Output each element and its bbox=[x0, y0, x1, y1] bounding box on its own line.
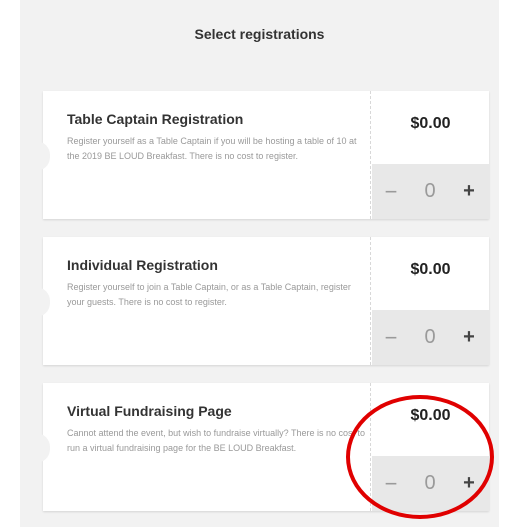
quantity-value[interactable]: 0 bbox=[412, 456, 448, 511]
increment-button[interactable]: + bbox=[454, 164, 484, 219]
quantity-stepper: − 0 + bbox=[372, 164, 489, 219]
registration-info: Individual Registration Register yoursel… bbox=[43, 237, 371, 365]
registration-description: Cannot attend the event, but wish to fun… bbox=[67, 428, 366, 453]
quantity-value[interactable]: 0 bbox=[412, 310, 448, 365]
registration-price: $0.00 bbox=[410, 115, 451, 132]
decrement-button[interactable]: − bbox=[376, 310, 406, 365]
registration-price: $0.00 bbox=[410, 261, 451, 278]
quantity-stepper: − 0 + bbox=[372, 310, 489, 365]
registration-info: Virtual Fundraising Page Cannot attend t… bbox=[43, 383, 371, 511]
increment-button[interactable]: + bbox=[454, 310, 484, 365]
registration-card-table-captain: Table Captain Registration Register your… bbox=[36, 91, 489, 219]
registration-title: Table Captain Registration bbox=[67, 111, 244, 127]
registration-info: Table Captain Registration Register your… bbox=[43, 91, 371, 219]
registration-description: Register yourself to join a Table Captai… bbox=[67, 282, 351, 307]
registration-card-virtual-fundraising: Virtual Fundraising Page Cannot attend t… bbox=[36, 383, 489, 511]
registration-title: Virtual Fundraising Page bbox=[67, 403, 232, 419]
decrement-button[interactable]: − bbox=[376, 456, 406, 511]
decrement-button[interactable]: − bbox=[376, 164, 406, 219]
quantity-stepper: − 0 + bbox=[372, 456, 489, 511]
registration-card-individual: Individual Registration Register yoursel… bbox=[36, 237, 489, 365]
registration-title: Individual Registration bbox=[67, 257, 218, 273]
page-title: Select registrations bbox=[194, 26, 325, 42]
registration-description: Register yourself as a Table Captain if … bbox=[67, 136, 357, 161]
registration-price: $0.00 bbox=[410, 407, 451, 424]
increment-button[interactable]: + bbox=[454, 456, 484, 511]
quantity-value[interactable]: 0 bbox=[412, 164, 448, 219]
